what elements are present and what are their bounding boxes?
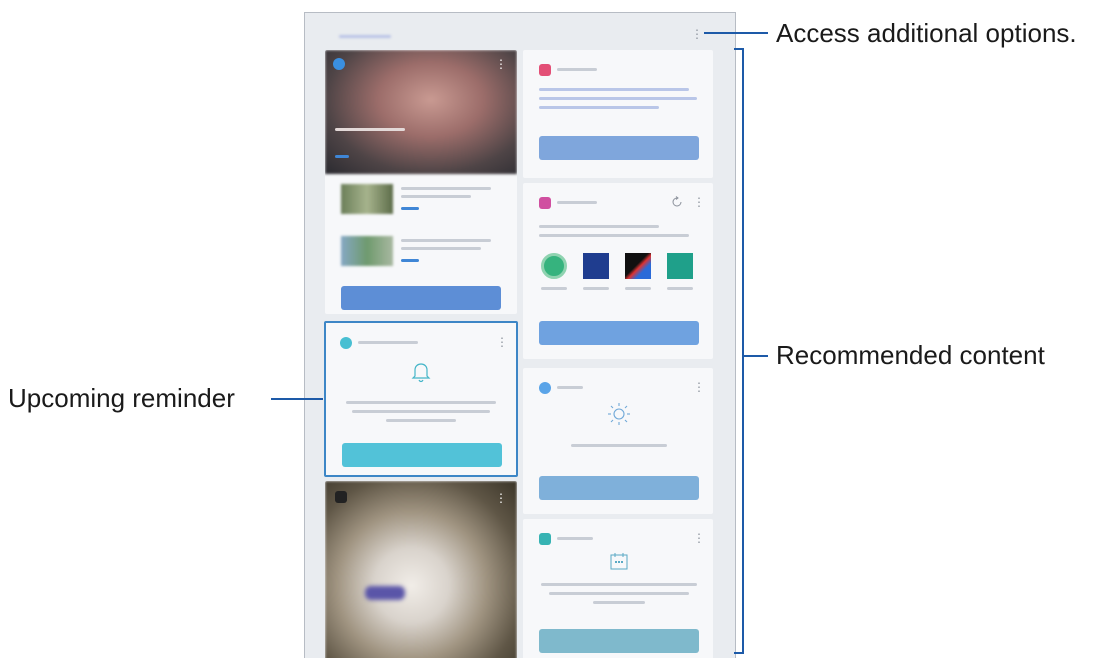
app-tile[interactable] [541,253,567,279]
app-icon [333,58,345,70]
card-text [539,88,689,91]
photo-card-more-icon[interactable]: ⋮ [495,491,507,505]
card-text [539,225,659,228]
gallery-icon [335,491,347,503]
reminder-text [346,401,496,404]
app-tile[interactable] [625,253,651,279]
card-text [549,592,689,595]
reminder-app-icon [340,337,352,349]
callout-line-reminder [271,398,323,400]
recommend-card-apps[interactable]: ⋮ [523,183,713,359]
list-item-text [401,247,481,250]
card-more-icon[interactable]: ⋮ [693,380,705,394]
card-text [571,444,667,447]
card-title [557,386,583,389]
reminder-text [352,410,490,413]
card-text [539,106,659,109]
card-title [557,537,593,540]
reminder-action-button[interactable] [342,443,502,467]
video-card-more-icon[interactable]: ⋮ [495,57,507,71]
app-icon [539,382,551,394]
card-text [539,234,689,237]
card-action-button[interactable] [539,321,699,345]
card-title [557,68,597,71]
app-label [625,287,651,290]
bell-icon [411,363,431,383]
list-item-text [401,239,491,242]
sun-icon [608,403,630,425]
upcoming-reminder-card[interactable]: ⋮ [324,321,518,477]
card-more-icon[interactable]: ⋮ [693,531,705,545]
card-more-icon[interactable]: ⋮ [693,195,705,209]
recommend-card-calendar[interactable]: ⋮ [523,519,713,658]
list-item-text [401,187,491,190]
app-tile[interactable] [667,253,693,279]
app-label [583,287,609,290]
recommend-card-weather[interactable]: ⋮ [523,368,713,514]
video-card[interactable]: ⋮ [325,50,517,314]
calendar-icon [610,553,628,570]
app-icon [539,197,551,209]
app-tile[interactable] [583,253,609,279]
video-badge [335,155,349,158]
header-title-placeholder [339,35,391,38]
list-item-text [401,195,471,198]
dog-collar [365,586,405,600]
watch-more-button[interactable] [341,286,501,310]
card-title [557,201,597,204]
callout-bracket-vertical [742,48,744,654]
app-icon [539,533,551,545]
device-screen: ⋮ ⋮ ⋮ ⋮ ⋮ ⋮ ⋮ [304,12,736,658]
video-thumbnail[interactable] [325,50,517,174]
callout-bracket-bottom [734,652,744,654]
reminder-header-text [358,341,418,344]
recommend-card-1[interactable] [523,50,713,178]
card-action-button[interactable] [539,136,699,160]
list-item-thumbnail[interactable] [341,184,393,214]
card-action-button[interactable] [539,629,699,653]
reminder-text [386,419,456,422]
app-label [667,287,693,290]
callout-line-options [704,32,768,34]
app-icon [539,64,551,76]
card-text [593,601,645,604]
list-item-badge [401,259,419,262]
dog-photo[interactable] [325,481,517,658]
callout-upcoming-reminder: Upcoming reminder [8,383,235,413]
card-text [541,583,697,586]
photo-card[interactable]: ⋮ [325,481,517,658]
callout-additional-options: Access additional options. [776,18,1077,48]
more-options-icon[interactable]: ⋮ [691,27,703,41]
callout-recommended-content: Recommended content [776,340,1045,370]
video-title-placeholder [335,128,405,131]
app-label [541,287,567,290]
reminder-more-icon[interactable]: ⋮ [496,335,508,349]
card-action-button[interactable] [539,476,699,500]
list-item-badge [401,207,419,210]
list-item-thumbnail[interactable] [341,236,393,266]
card-text [539,97,697,100]
refresh-icon[interactable] [671,196,683,208]
callout-line-recommended [744,355,768,357]
